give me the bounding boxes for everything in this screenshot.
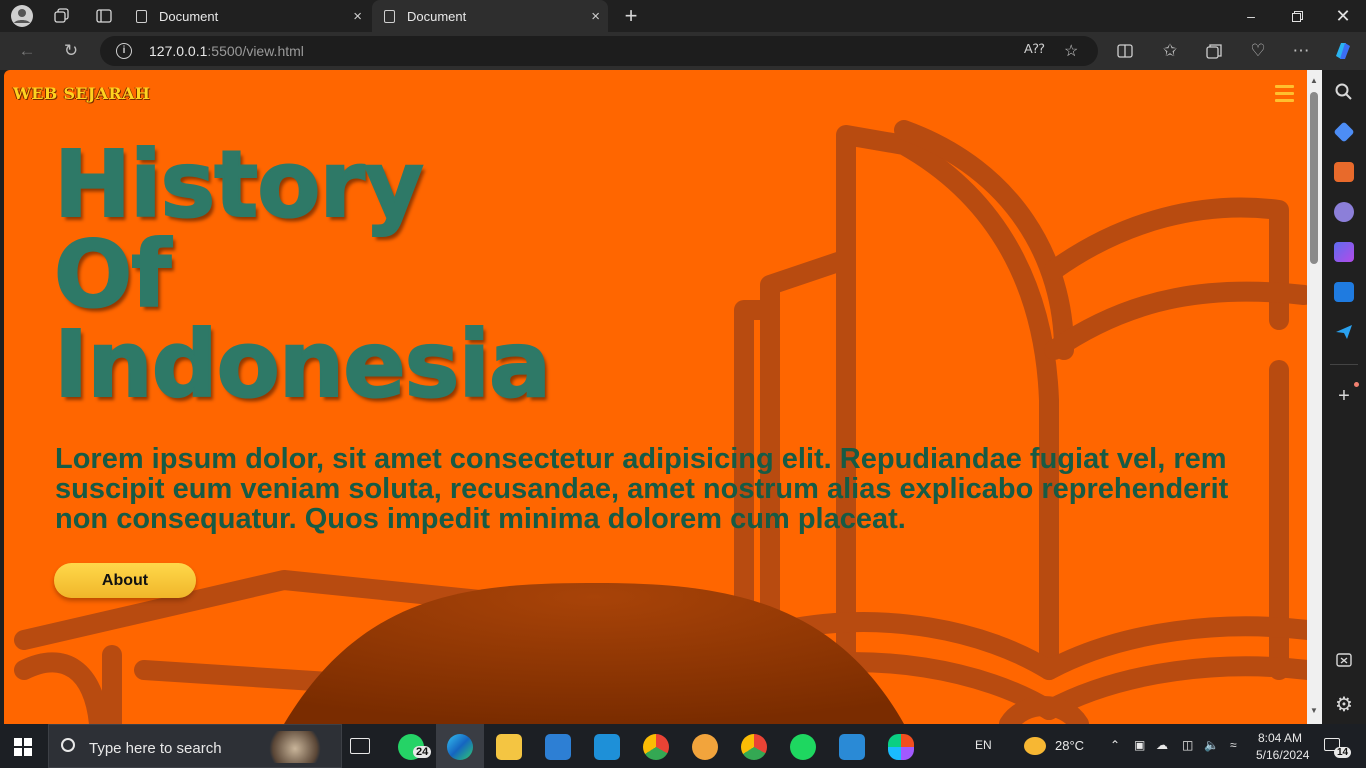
hero-title-line: History: [53, 131, 425, 238]
clock-time: 8:04 AM: [1257, 731, 1303, 745]
minimize-button[interactable]: –: [1228, 0, 1274, 32]
add-icon[interactable]: +: [1334, 386, 1354, 406]
edge-sidebar: + ⚙: [1322, 70, 1366, 724]
file-explorer-icon[interactable]: [496, 734, 522, 760]
address-field[interactable]: i 127.0.0.1:5500/view.html A⁇ ☆: [100, 36, 1098, 66]
onedrive-icon[interactable]: ☁: [1156, 738, 1168, 752]
workspaces-icon[interactable]: [48, 4, 76, 28]
edge-icon[interactable]: [447, 734, 473, 760]
task-view-icon[interactable]: [350, 738, 370, 754]
page-viewport: WEB SEJARAH History Of Indonesia Lorem i…: [4, 70, 1307, 724]
address-bar-row: ← ↻ i 127.0.0.1:5500/view.html A⁇ ☆ ✩ ♡ …: [0, 32, 1366, 70]
whatsapp-badge: 24: [413, 746, 432, 758]
vscode-icon[interactable]: [839, 734, 865, 760]
tab-actions-icon[interactable]: [90, 4, 118, 28]
send-icon[interactable]: [1334, 322, 1354, 342]
meet-icon[interactable]: ▣: [1134, 738, 1145, 752]
search-placeholder: Type here to search: [89, 740, 222, 757]
split-screen-icon[interactable]: [1112, 39, 1138, 63]
copilot-sidebar-icon[interactable]: [1334, 242, 1354, 262]
close-tab-icon[interactable]: ×: [591, 8, 600, 25]
restore-button[interactable]: [1274, 0, 1320, 32]
chevron-up-icon[interactable]: ⌃: [1110, 738, 1120, 752]
chrome-icon[interactable]: [741, 734, 767, 760]
favorite-icon[interactable]: ☆: [1064, 41, 1078, 61]
url-text: 127.0.0.1:5500/view.html: [149, 43, 304, 59]
new-tab-button[interactable]: +: [617, 3, 645, 28]
scrollbar-thumb[interactable]: [1310, 92, 1318, 264]
search-icon[interactable]: [1334, 82, 1354, 102]
site-logo[interactable]: WEB SEJARAH: [13, 84, 150, 103]
weather-icon[interactable]: [1024, 737, 1046, 755]
volume-icon[interactable]: 🔈: [1204, 738, 1219, 752]
back-icon[interactable]: ←: [14, 39, 40, 63]
copilot-icon[interactable]: [1330, 39, 1356, 63]
language-indicator[interactable]: EN: [975, 738, 992, 752]
settings-icon[interactable]: ⚙: [1334, 695, 1354, 715]
hero-paragraph: Lorem ipsum dolor, sit amet consectetur …: [55, 443, 1229, 535]
favorites-icon[interactable]: ✩: [1157, 39, 1183, 63]
chrome-icon[interactable]: [643, 734, 669, 760]
tab-document-2[interactable]: Document ×: [372, 0, 608, 32]
close-tab-icon[interactable]: ×: [353, 8, 362, 25]
browser-tab-bar: Document × Document × + – ✕: [0, 0, 1366, 32]
more-icon[interactable]: ⋯: [1288, 39, 1314, 63]
browser-icon[interactable]: [692, 734, 718, 760]
scroll-down-icon[interactable]: ▼: [1310, 706, 1318, 715]
store-icon[interactable]: [545, 734, 571, 760]
read-aloud-icon[interactable]: A⁇: [1024, 41, 1045, 57]
tools-icon[interactable]: [1334, 162, 1354, 182]
collections-icon[interactable]: [1201, 39, 1227, 63]
scroll-up-icon[interactable]: ▲: [1310, 76, 1318, 85]
battery-icon[interactable]: ◫: [1182, 738, 1193, 752]
clock-date: 5/16/2024: [1256, 748, 1310, 762]
games-icon[interactable]: [1334, 202, 1354, 222]
weather-temp[interactable]: 28°C: [1055, 738, 1084, 753]
sidebar-divider: [1330, 364, 1358, 365]
about-button[interactable]: About: [54, 563, 196, 598]
search-highlight-image: [263, 731, 327, 763]
search-magnifier-icon: [61, 738, 75, 752]
url-host: 127.0.0.1: [149, 43, 208, 59]
windows-taskbar: Type here to search 24 EN 28°C ⌃ ▣ ☁ ◫ 🔈…: [0, 724, 1366, 768]
profile-icon[interactable]: [8, 4, 36, 28]
refresh-icon[interactable]: ↻: [58, 39, 84, 63]
mail-icon[interactable]: [594, 734, 620, 760]
wifi-icon[interactable]: ≈: [1230, 738, 1237, 752]
tab-document-1[interactable]: Document ×: [132, 0, 370, 32]
windows-icon[interactable]: [14, 738, 32, 761]
performance-icon[interactable]: ♡: [1245, 39, 1271, 63]
shopping-icon[interactable]: [1333, 121, 1355, 143]
url-path: :5500/view.html: [207, 43, 304, 59]
outlook-icon[interactable]: [1334, 282, 1354, 302]
site-info-icon[interactable]: i: [116, 43, 132, 59]
document-icon: [384, 9, 395, 23]
document-icon: [136, 9, 147, 23]
spotify-icon[interactable]: [790, 734, 816, 760]
taskbar-search[interactable]: Type here to search: [48, 724, 342, 768]
hero-title-line: Indonesia: [53, 311, 552, 418]
hamburger-icon[interactable]: [1275, 85, 1294, 102]
page-scrollbar[interactable]: ▲ ▼: [1307, 70, 1322, 724]
figma-icon[interactable]: [888, 734, 914, 760]
tab-title: Document: [407, 8, 467, 24]
hero-title: History Of Indonesia: [53, 131, 552, 418]
close-window-button[interactable]: ✕: [1320, 0, 1366, 32]
notification-count: 14: [1334, 747, 1352, 758]
hide-sidebar-icon[interactable]: [1334, 650, 1354, 670]
tab-title: Document: [159, 8, 219, 24]
hero-title-line: Of: [53, 221, 172, 328]
notification-dot: [1354, 382, 1359, 387]
clock[interactable]: 8:04 AM 5/16/2024: [1256, 730, 1310, 764]
